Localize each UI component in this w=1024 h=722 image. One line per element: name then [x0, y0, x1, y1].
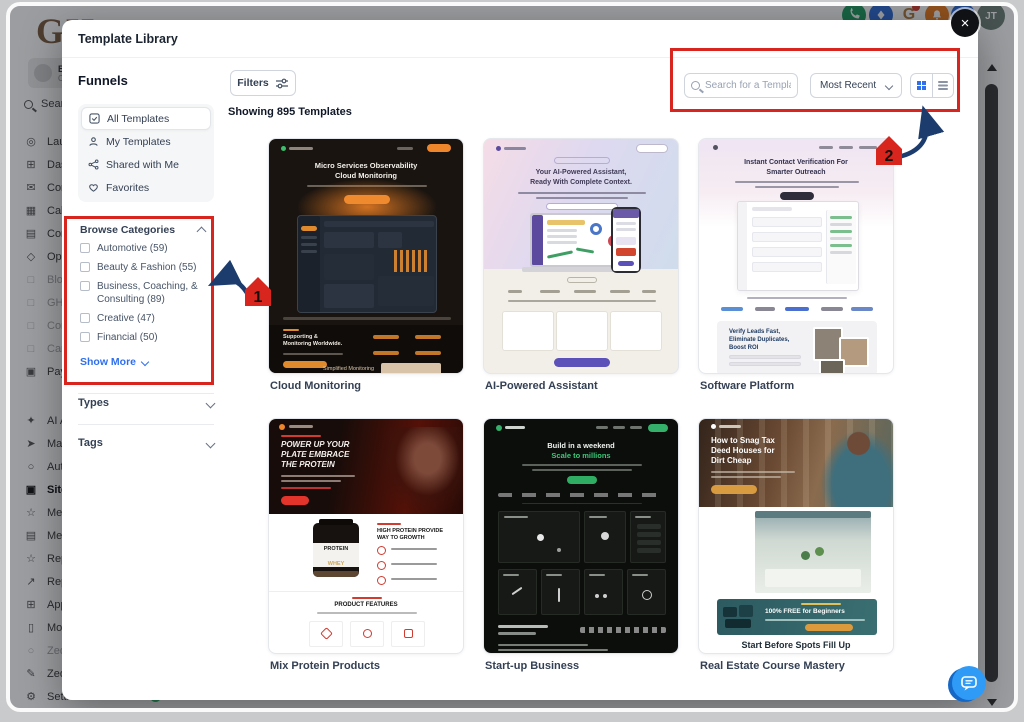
template-thumbnail: Build in a weekend Scale to millions [484, 419, 678, 653]
divider [78, 424, 214, 425]
feature-tile [630, 511, 666, 563]
course-screenshot [755, 511, 871, 593]
heart-icon [88, 182, 99, 193]
annotation-box-categories [64, 216, 214, 385]
divider [78, 393, 214, 394]
feature-tile [498, 511, 580, 563]
template-title[interactable]: AI-Powered Assistant [485, 380, 681, 392]
template-title[interactable]: Start-up Business [485, 660, 681, 672]
testimonial-card [556, 311, 608, 351]
app-window: GH G JT Blan Call Searc ◎ [6, 2, 1018, 712]
check-square-icon [89, 113, 100, 124]
cta-text: Start Before Spots Fill Up [699, 640, 893, 650]
section-title: Funnels [78, 73, 128, 88]
feature-tile [584, 569, 623, 615]
nav-favorites[interactable]: Favorites [81, 176, 211, 199]
template-card-startup[interactable]: Build in a weekend Scale to millions [483, 418, 679, 654]
template-library-modal: Template Library Funnels Filters All Tem… [62, 20, 978, 700]
chat-bubble-icon [960, 675, 978, 692]
testimonial-card [610, 311, 662, 351]
feature-tile [498, 569, 537, 615]
template-thumbnail: Your AI-Powered Assistant, Ready With Co… [484, 139, 678, 373]
filters-button[interactable]: Filters [230, 70, 296, 96]
chevron-down-icon [206, 398, 216, 408]
tags-accordion[interactable]: Tags [78, 437, 214, 449]
template-card-mix-protein[interactable]: POWER UP YOURPLATE EMBRACETHE PROTEIN PR… [268, 418, 464, 654]
results-count: Showing 895 Templates [228, 106, 352, 118]
types-accordion[interactable]: Types [78, 397, 214, 409]
feature-tile [627, 569, 666, 615]
share-icon [88, 159, 99, 170]
template-thumbnail: Instant Contact Verification For Smarter… [699, 139, 893, 373]
template-card-ai-assistant[interactable]: Your AI-Powered Assistant, Ready With Co… [483, 138, 679, 374]
feature-tile [541, 569, 580, 615]
free-banner: 100% FREE for Beginners [717, 599, 877, 635]
template-card-real-estate[interactable]: How to Snag TaxDeed Houses forDirt Cheap [698, 418, 894, 654]
modal-title: Template Library [78, 32, 178, 46]
template-title[interactable]: Cloud Monitoring [270, 380, 466, 392]
protein-jar: PROTEINWHEY [313, 523, 359, 577]
annotation-box-search [670, 48, 960, 112]
template-card-cloud-monitoring[interactable]: Micro Services Observability Cloud Monit… [268, 138, 464, 374]
hero-photo [817, 425, 893, 507]
nav-shared-with-me[interactable]: Shared with Me [81, 153, 211, 176]
chevron-down-icon [206, 438, 216, 448]
template-title[interactable]: Mix Protein Products [270, 660, 466, 672]
template-title[interactable]: Software Platform [700, 380, 896, 392]
template-thumbnail: Micro Services Observability Cloud Monit… [269, 139, 463, 373]
template-scope-nav: All Templates My Templates Shared with M… [78, 104, 214, 202]
template-thumbnail: How to Snag TaxDeed Houses forDirt Cheap [699, 419, 893, 653]
nav-my-templates[interactable]: My Templates [81, 130, 211, 153]
phone-mockup [611, 207, 641, 273]
feature-tile [584, 511, 626, 563]
dashboard-mockup [297, 215, 437, 313]
template-card-software-platform[interactable]: Instant Contact Verification For Smarter… [698, 138, 894, 374]
testimonial-card [502, 311, 554, 351]
sliders-icon [275, 78, 289, 89]
person-icon [88, 136, 99, 147]
chat-widget-button[interactable] [952, 666, 986, 700]
app-mockup [737, 201, 859, 291]
nav-all-templates[interactable]: All Templates [81, 107, 211, 130]
template-thumbnail: POWER UP YOURPLATE EMBRACETHE PROTEIN PR… [269, 419, 463, 653]
template-title[interactable]: Real Estate Course Mastery [700, 660, 896, 672]
close-icon[interactable]: × [951, 9, 979, 37]
feature-section: Verify Leads Fast,Eliminate Duplicates,B… [717, 321, 877, 374]
